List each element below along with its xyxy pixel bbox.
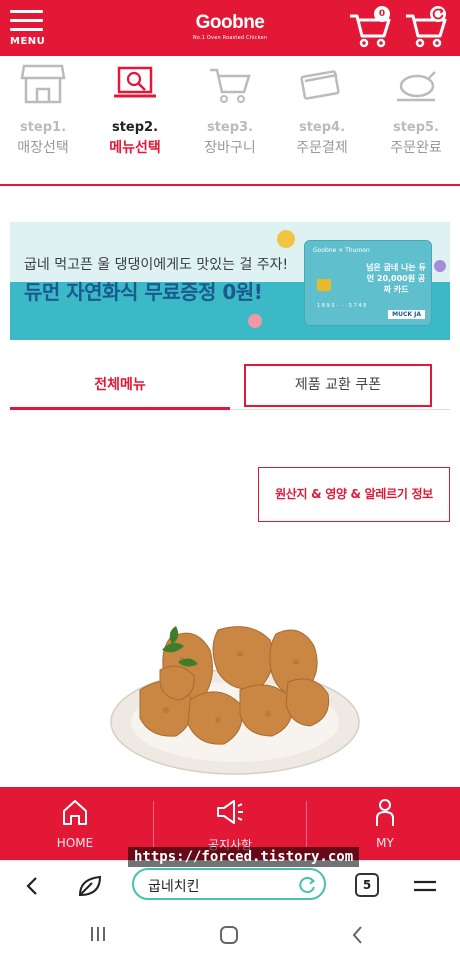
step-name: 장바구니	[204, 140, 256, 156]
hamburger-icon-bar	[10, 19, 43, 22]
recent-apps-icon[interactable]	[88, 924, 108, 944]
menu-tabs: 전체메뉴 제품 교환 쿠폰	[10, 360, 450, 410]
megaphone-icon	[217, 800, 243, 824]
step-name: 매장선택	[17, 140, 69, 156]
chicken-product-image[interactable]	[100, 610, 370, 785]
step-4[interactable]: step4. 주문결제	[287, 62, 357, 157]
banner-subtitle: 굽네 먹고픈 울 댕댕이에게도 맛있는 걸 주자!	[24, 257, 289, 273]
nav-label: HOME	[56, 836, 94, 850]
step-name: 주문완료	[390, 140, 442, 156]
step-number: step2.	[111, 120, 159, 135]
decor-ball	[248, 314, 262, 328]
tab-count-button[interactable]: 5	[355, 873, 379, 897]
refresh-icon	[432, 8, 444, 20]
store-icon	[20, 64, 66, 104]
promo-card-image: Goobne × Thumon 넘은 굽네 나는 듀먼 20,000원 공짜 카…	[304, 240, 432, 326]
step-number: step1.	[19, 120, 67, 135]
refresh-badge	[430, 6, 446, 22]
origin-nutrition-allergy-button[interactable]: 원산지 & 영양 & 알레르기 정보	[258, 467, 450, 522]
step-name: 메뉴선택	[109, 140, 161, 156]
logo-text: Goobne	[195, 12, 265, 33]
browser-menu-icon[interactable]	[412, 875, 438, 897]
system-navigation	[0, 910, 460, 960]
card-icon	[300, 70, 340, 100]
home-icon	[63, 800, 87, 825]
url-watermark: https://forced.tistory.com	[128, 847, 360, 867]
home-button-icon[interactable]	[218, 924, 240, 946]
goobne-logo[interactable]: Goobne No.1 Oven Roasted Chicken	[170, 12, 290, 41]
cart-icon	[210, 68, 251, 103]
nav-notice[interactable]: 공지사항	[160, 797, 300, 853]
nav-my[interactable]: MY	[315, 797, 455, 850]
recent-cart-button[interactable]	[404, 6, 448, 48]
back-arrow-icon[interactable]	[22, 875, 42, 897]
app-header: MENU Goobne No.1 Oven Roasted Chicken 0	[0, 0, 460, 56]
system-back-icon[interactable]	[348, 924, 368, 946]
step-number: step4.	[298, 120, 346, 135]
step-2[interactable]: step2. 메뉴선택	[100, 62, 170, 157]
step-name: 주문결제	[296, 140, 348, 156]
decor-ball	[277, 230, 295, 248]
tab-product-coupon[interactable]: 제품 교환 쿠폰	[244, 364, 432, 407]
card-brand: Goobne × Thumon	[313, 247, 370, 254]
hamburger-icon	[10, 10, 43, 13]
step-number: step3.	[206, 120, 254, 135]
divider	[153, 801, 154, 847]
cart-button[interactable]: 0	[348, 6, 392, 48]
chicken-icon	[397, 71, 436, 102]
hamburger-icon-bar	[10, 28, 43, 31]
banner-title: 듀먼 자연화식 무료증정 0원!	[24, 280, 263, 304]
step-3[interactable]: step3. 장바구니	[195, 62, 265, 157]
tab-all-menu[interactable]: 전체메뉴	[10, 360, 230, 410]
nav-home[interactable]: HOME	[5, 797, 145, 850]
address-bar[interactable]: 굽네치킨	[132, 868, 326, 900]
person-icon	[376, 799, 394, 826]
step-number: step5.	[392, 120, 440, 135]
step-5[interactable]: step5. 주문완료	[381, 62, 451, 157]
menu-button[interactable]: MENU	[10, 10, 46, 47]
step-1[interactable]: step1. 매장선택	[8, 62, 78, 157]
decor-ball	[434, 260, 446, 272]
card-text: 넘은 굽네 나는 듀먼 20,000원 공짜 카드	[366, 263, 426, 294]
order-steps: step1. 매장선택 step2. 메뉴선택 step3. 장바구니 step…	[0, 56, 460, 186]
logo-subtitle: No.1 Oven Roasted Chicken	[192, 35, 268, 41]
menu-label: MENU	[10, 36, 46, 47]
card-number: 1 8 9 3 · · · · 5 7 4 8	[317, 303, 367, 309]
browser-leaf-icon[interactable]	[76, 873, 104, 899]
card-chip-icon	[317, 279, 331, 291]
promo-banner[interactable]: 굽네 먹고픈 울 댕댕이에게도 맛있는 걸 주자! 듀먼 자연화식 무료증정 0…	[10, 222, 450, 340]
address-text: 굽네치킨	[148, 879, 200, 895]
reload-icon[interactable]	[296, 874, 318, 896]
divider	[306, 801, 307, 847]
menu-laptop-icon	[114, 66, 156, 98]
cart-count-badge: 0	[374, 6, 390, 22]
card-tag: MUCK JA	[388, 310, 425, 319]
